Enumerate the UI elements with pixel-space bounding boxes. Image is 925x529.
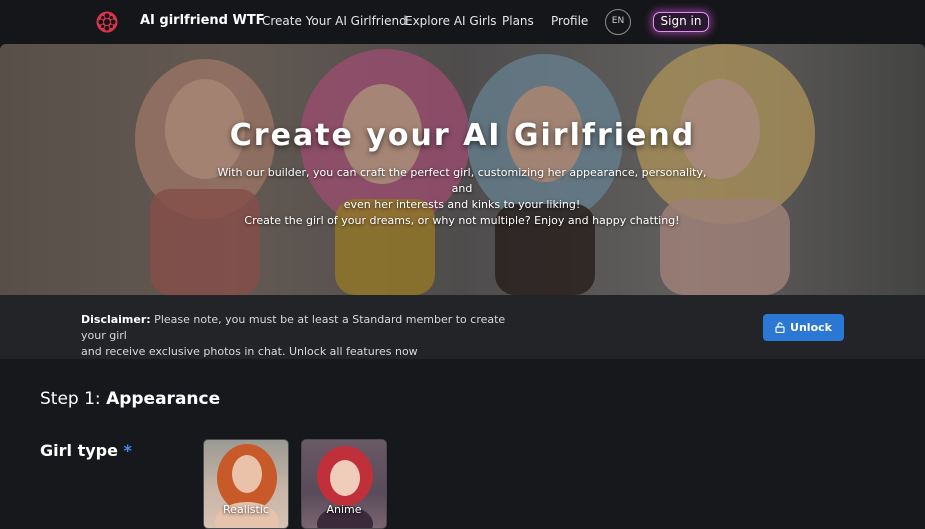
nav-profile[interactable]: Profile (551, 14, 588, 28)
language-switcher[interactable]: EN (605, 9, 631, 35)
nav-create-girlfriend[interactable]: Create Your AI Girlfriend (262, 14, 407, 28)
step-prefix: Step 1: (40, 389, 107, 409)
disclaimer-line-2: and receive exclusive photos in chat. Un… (81, 345, 418, 358)
anime-label: Anime (326, 503, 362, 516)
disclaimer-label: Disclaimer: (81, 313, 151, 326)
unlock-icon (775, 322, 785, 334)
step-name: Appearance (106, 389, 221, 409)
hero-description: With our builder, you can craft the perf… (212, 165, 712, 229)
step-heading: Step 1: Appearance (40, 389, 220, 409)
top-nav: AI girlfriend WTF Create Your AI Girlfri… (0, 0, 925, 44)
brand-name[interactable]: AI girlfriend WTF (140, 13, 265, 28)
film-reel-logo-icon[interactable] (96, 11, 118, 33)
girl-type-option-anime[interactable]: Anime (301, 439, 387, 529)
hero-desc-line-1: With our builder, you can craft the perf… (217, 166, 707, 195)
girl-type-option-realistic[interactable]: Realistic (203, 439, 289, 529)
realistic-label: Realistic (223, 503, 269, 516)
hero-desc-line-2: even her interests and kinks to your lik… (343, 198, 581, 211)
hero-title: Create your AI Girlfriend (229, 118, 696, 153)
unlock-button[interactable]: Unlock (763, 314, 844, 341)
unlock-label: Unlock (790, 321, 832, 334)
girl-type-label: Girl type * (40, 441, 132, 460)
sign-in-button[interactable]: Sign in (653, 12, 709, 32)
hero-desc-line-3: Create the girl of your dreams, or why n… (244, 214, 680, 227)
disclaimer-text: Disclaimer: Please note, you must be at … (81, 312, 521, 360)
nav-explore-girls[interactable]: Explore AI Girls (405, 14, 497, 28)
hero-banner: Create your AI Girlfriend With our build… (0, 44, 925, 295)
required-mark: * (123, 441, 132, 460)
girl-type-text: Girl type (40, 441, 118, 460)
disclaimer-bar: Disclaimer: Please note, you must be at … (0, 295, 925, 359)
nav-plans[interactable]: Plans (502, 14, 534, 28)
